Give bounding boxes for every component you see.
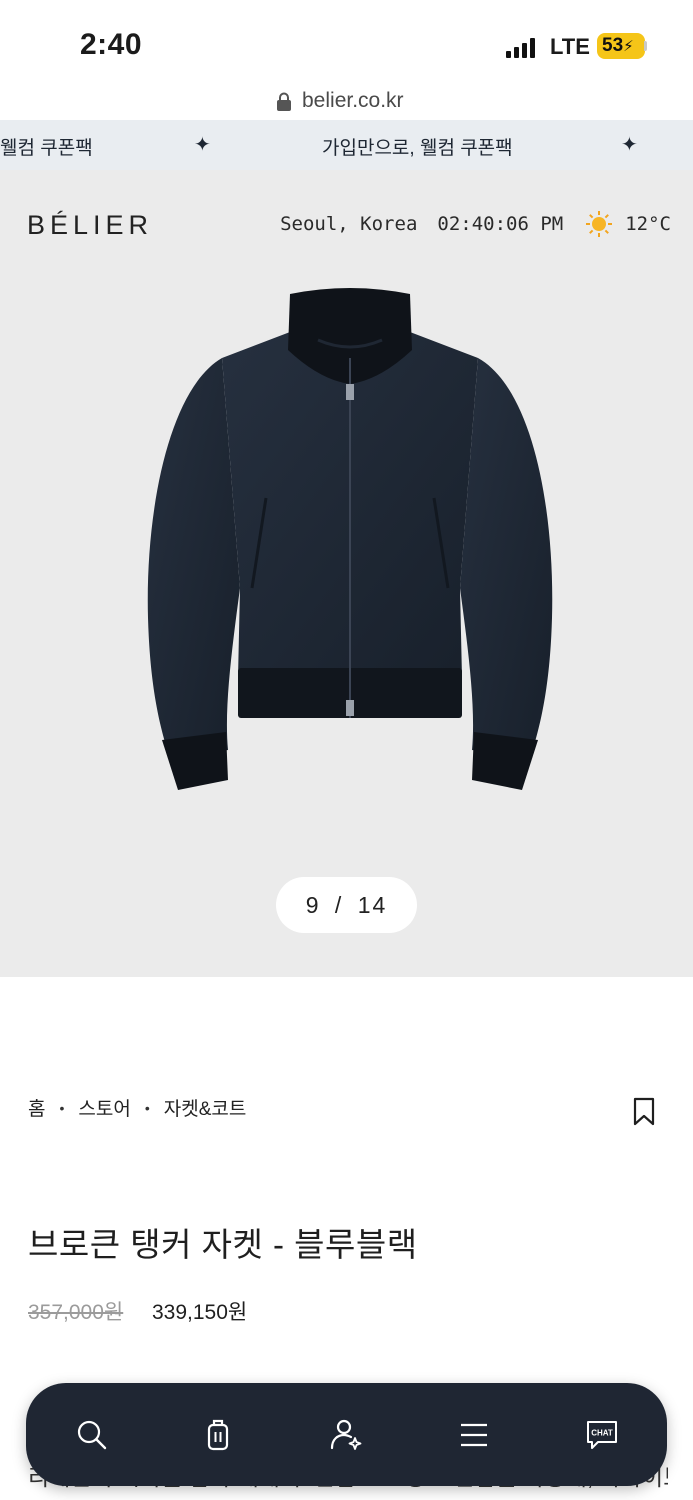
image-current: 9 (305, 892, 321, 918)
menu-button[interactable] (452, 1413, 496, 1457)
account-icon (330, 1419, 362, 1450)
image-separator: / (334, 892, 344, 918)
battery-icon: 53⚡ (597, 33, 645, 59)
original-price: 357,000원 (28, 1301, 124, 1324)
breadcrumb-separator: • (144, 1099, 150, 1116)
star-icon: ✦ (194, 134, 211, 156)
bottom-nav: CHAT (26, 1383, 667, 1486)
breadcrumb-store[interactable]: 스토어 (78, 1094, 130, 1121)
promo-banner[interactable]: 웰컴 쿠폰팩 ✦ 가입만으로, 웰컴 쿠폰팩 ✦ (0, 120, 693, 170)
star-icon: ✦ (621, 134, 638, 156)
image-counter: 9 / 14 (276, 877, 417, 933)
search-button[interactable] (70, 1413, 114, 1457)
network-label: LTE (550, 34, 590, 59)
bookmark-icon[interactable] (632, 1097, 656, 1127)
breadcrumb-home[interactable]: 홈 (28, 1094, 45, 1121)
promo-text[interactable]: 가입만으로, 웰컴 쿠폰팩 (322, 133, 513, 160)
search-icon (77, 1420, 107, 1450)
product-image-gallery[interactable]: BÉLIER Seoul, Korea 02:40:06 PM 12°C 9 /… (0, 170, 693, 977)
signal-icon (506, 38, 536, 58)
breadcrumb: 홈 • 스토어 • 자켓&코트 (28, 1094, 246, 1121)
breadcrumb-separator: • (59, 1099, 65, 1116)
lock-icon (277, 92, 291, 111)
header-info: Seoul, Korea 02:40:06 PM 12°C (280, 210, 671, 238)
bag-icon (207, 1419, 229, 1451)
chat-label: CHAT (591, 1429, 613, 1438)
account-button[interactable] (324, 1413, 368, 1457)
url-text[interactable]: belier.co.kr (302, 89, 404, 113)
temperature-label: 12°C (625, 213, 671, 235)
battery-level: 53 (602, 35, 624, 56)
menu-icon (461, 1423, 487, 1447)
status-time: 2:40 (80, 28, 143, 61)
chat-icon: CHAT (587, 1421, 617, 1449)
product-image (147, 288, 553, 790)
status-bar: 2:40 LTE 53⚡ (0, 0, 693, 88)
location-label: Seoul, Korea (280, 213, 418, 235)
breadcrumb-category[interactable]: 자켓&코트 (164, 1094, 247, 1121)
sun-icon (586, 211, 613, 237)
clock-label: 02:40:06 PM (437, 213, 564, 235)
brand-logo[interactable]: BÉLIER (27, 210, 153, 241)
battery-cap (644, 41, 647, 51)
url-bar[interactable]: belier.co.kr (0, 88, 693, 120)
chat-button[interactable]: CHAT (580, 1413, 624, 1457)
promo-text-partial[interactable]: 웰컴 쿠폰팩 (0, 133, 93, 160)
sale-price: 339,150원 (152, 1301, 248, 1324)
product-title: 브로큰 탱커 자켓 - 블루블랙 (28, 1226, 418, 1263)
cart-button[interactable] (196, 1413, 240, 1457)
image-total: 14 (357, 892, 388, 918)
